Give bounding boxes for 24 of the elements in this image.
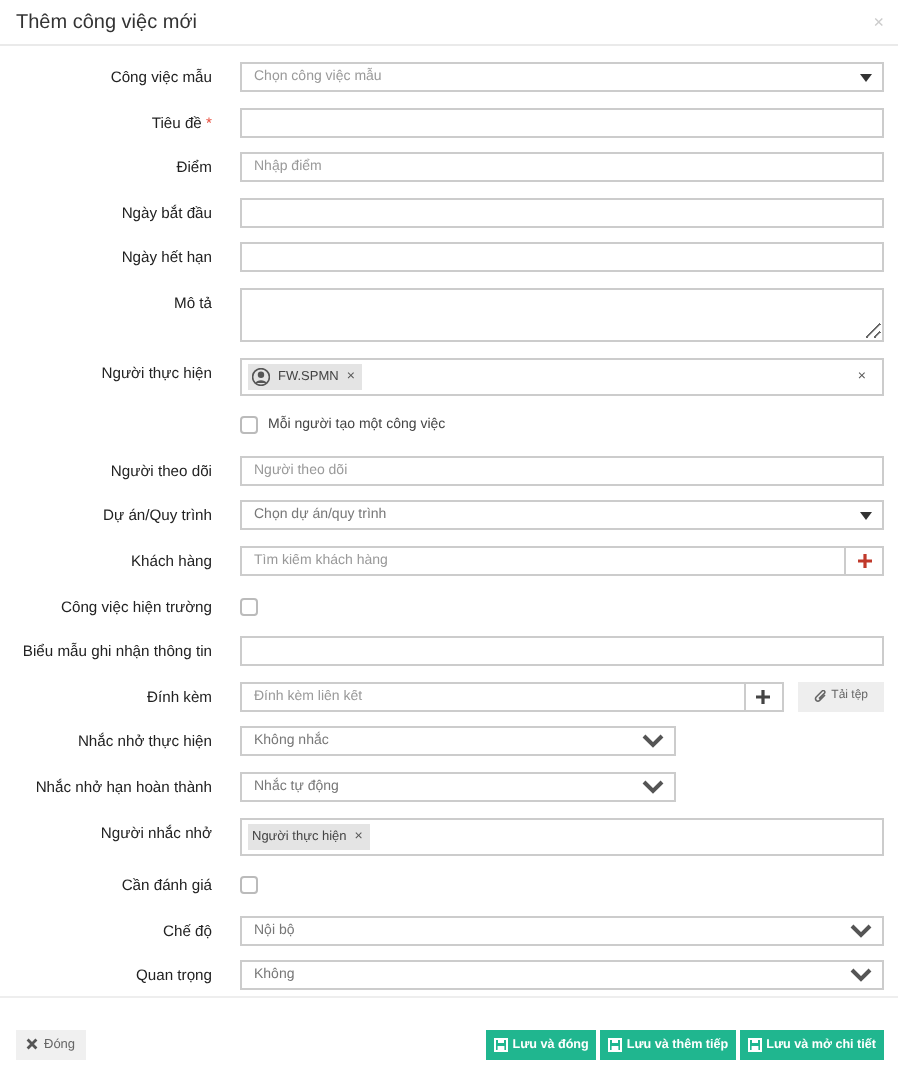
chevron-down-icon	[850, 923, 872, 938]
chevron-down-icon	[642, 779, 664, 794]
add-button[interactable]	[745, 681, 784, 712]
caret-down-icon	[860, 73, 872, 81]
save-icon	[608, 1037, 623, 1051]
text-field[interactable]	[240, 197, 884, 228]
dialog-title: Thêm công việc mới	[16, 11, 197, 33]
plus-icon	[857, 553, 871, 568]
chevron-down-icon	[850, 968, 872, 983]
chevron-down-icon	[642, 734, 664, 749]
checkbox[interactable]	[240, 876, 258, 895]
add-button[interactable]	[846, 545, 884, 576]
checkbox[interactable]	[240, 597, 258, 616]
caret-down-icon	[860, 511, 872, 520]
textarea-field[interactable]	[240, 287, 884, 342]
text-field[interactable]	[240, 107, 884, 138]
save-icon	[748, 1037, 763, 1051]
checkbox[interactable]	[240, 416, 258, 435]
paperclip-icon	[813, 689, 828, 704]
text-field[interactable]	[240, 242, 884, 273]
plus-icon	[756, 689, 771, 704]
text-field[interactable]	[240, 636, 884, 667]
save-icon	[494, 1037, 509, 1051]
close-icon	[26, 1038, 38, 1050]
